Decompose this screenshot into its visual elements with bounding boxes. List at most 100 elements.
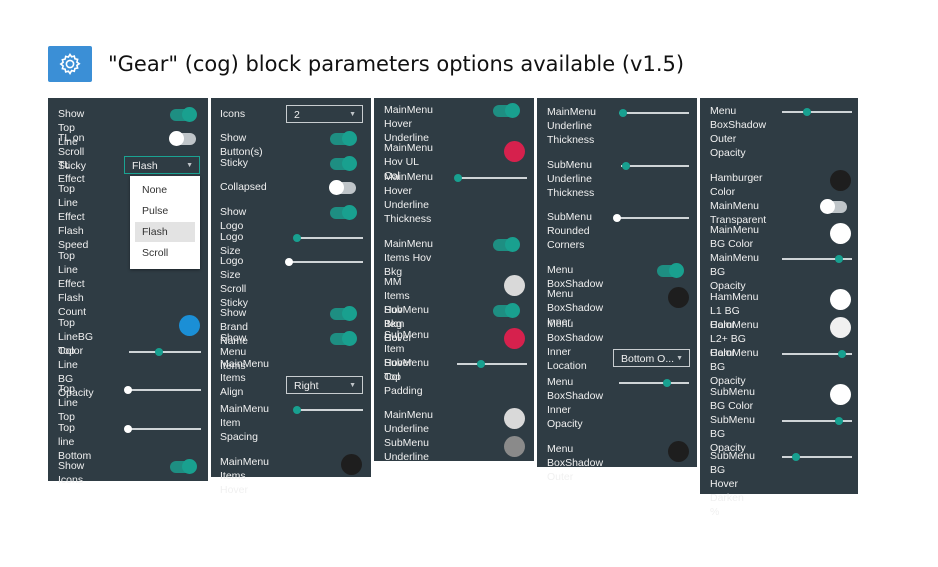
- submenu-bg-color-label: SubMenu BG Color: [710, 386, 755, 412]
- submenu-top-padding-slider[interactable]: [457, 360, 527, 368]
- submenu-rounded-corners-slider[interactable]: [613, 214, 689, 222]
- menu-boxshadow-outer-label: Menu BoxShadow Outer: [547, 443, 604, 483]
- submenu-underline-swatch[interactable]: [504, 436, 525, 457]
- show-menu-items-toggle[interactable]: [330, 331, 357, 346]
- mainmenu-item-spacing-slider[interactable]: [292, 406, 363, 414]
- submenu-item-hover-col-swatch[interactable]: [504, 328, 525, 349]
- tl-effect-dropdown: None Pulse Flash Scroll: [130, 176, 200, 269]
- logo-size-scroll-sticky-label: Logo Size Scroll Sticky: [220, 255, 249, 309]
- sticky-toggle[interactable]: [330, 156, 357, 171]
- mainmenu-transparent-toggle[interactable]: [820, 199, 847, 214]
- menu-boxshadow-inner-swatch[interactable]: [668, 287, 689, 308]
- icons-label: Icons: [220, 108, 246, 120]
- submenu-bg-hover-darken-label: SubMenu BG Hover Darken %: [710, 450, 755, 518]
- dropdown-option-scroll[interactable]: Scroll: [130, 243, 200, 263]
- submenu-underline-thickness-slider[interactable]: [621, 162, 689, 170]
- flash-count-label: Top Line Effect Flash Count: [58, 250, 87, 318]
- menu-boxshadow-outer-opacity-slider[interactable]: [782, 108, 852, 116]
- chevron-down-icon: ▼: [349, 382, 356, 389]
- dropdown-option-flash[interactable]: Flash: [135, 222, 195, 242]
- tl-scroll-sticky-toggle[interactable]: [169, 131, 196, 146]
- logo-size-slider[interactable]: [292, 234, 363, 242]
- show-logo-toggle[interactable]: [330, 205, 357, 220]
- show-brand-name-toggle[interactable]: [330, 306, 357, 321]
- show-icons-toggle[interactable]: [170, 459, 197, 474]
- submenu-rounded-corners-label: SubMenu Rounded Corners: [547, 211, 592, 251]
- hammenu-bg-opacity-label: HamMenu BG Opacity: [710, 347, 759, 387]
- mainmenu-hover-underline-thickness-label: MainMenu Hover Underline Thickness: [384, 171, 434, 225]
- sticky-label: Sticky: [220, 157, 249, 169]
- show-top-line-toggle[interactable]: [170, 107, 197, 122]
- menu-boxshadow-inner-opacity-label: Menu BoxShadow Inner Opacity: [547, 376, 604, 430]
- collapsed-toggle[interactable]: [329, 180, 356, 195]
- mainmenu-items-hov-bkg-label: MainMenu Items Hov Bkg: [384, 238, 434, 278]
- dropdown-option-none[interactable]: None: [130, 180, 200, 200]
- mainmenu-hover-underline-thickness-slider[interactable]: [454, 174, 527, 182]
- mainmenu-bg-color-label: MainMenu BG Color: [710, 224, 760, 250]
- mainmenu-hover-underline-label: MainMenu Hover Underline: [384, 104, 434, 144]
- top-line-bottom-slider[interactable]: [124, 425, 201, 433]
- panel-icons-logo: Icons 2 ▼ Show Button(s) Sticky Collapsed…: [211, 98, 371, 496]
- menu-boxshadow-inner-location-value: Bottom O...: [621, 353, 675, 365]
- page-header: "Gear" (cog) block parameters options av…: [48, 45, 684, 83]
- mainmenu-underline-thickness-label: MainMenu Underline Thickness: [547, 106, 597, 146]
- top-line-bg-color-swatch[interactable]: [179, 315, 200, 336]
- mainmenu-bg-color-swatch[interactable]: [830, 223, 851, 244]
- hammenu-l1-bg-color-swatch[interactable]: [830, 289, 851, 310]
- submenu-bg-color-swatch[interactable]: [830, 384, 851, 405]
- flash-speed-label: Top Line Effect Flash Speed: [58, 183, 89, 251]
- chevron-down-icon: ▼: [676, 355, 683, 362]
- mainmenu-hover-underline-toggle[interactable]: [493, 103, 520, 118]
- mainmenu-hov-ul-col-swatch[interactable]: [504, 141, 525, 162]
- chevron-down-icon: ▼: [349, 111, 356, 118]
- show-logo-label: Show Logo: [220, 206, 247, 232]
- mainmenu-items-hov-bkg-toggle[interactable]: [493, 237, 520, 252]
- top-line-top-label: Top Line Top: [58, 383, 78, 423]
- panel-mainmenu-hover: MainMenu Hover Underline MainMenu Hov UL…: [374, 98, 534, 463]
- mainmenu-bg-opacity-slider[interactable]: [782, 255, 852, 263]
- submenu-underline-label: SubMenu Underline: [384, 437, 429, 463]
- dropdown-option-pulse[interactable]: Pulse: [130, 201, 200, 221]
- mainmenu-underline-thickness-slider[interactable]: [618, 109, 689, 117]
- menu-boxshadow-toggle[interactable]: [657, 263, 684, 278]
- mm-items-hov-bkg-col-swatch[interactable]: [504, 275, 525, 296]
- mainmenu-underline-label: MainMenu Underline: [384, 409, 434, 435]
- submenu-bg-hover-darken-slider[interactable]: [782, 453, 852, 461]
- mainmenu-items-align-value: Right: [294, 380, 319, 392]
- top-line-top-slider[interactable]: [124, 386, 201, 394]
- menu-boxshadow-inner-location-label: Menu BoxShadow Inner Location: [547, 318, 604, 372]
- panel-top-line: Show Top Line TL on Scroll Sticky TL Eff…: [48, 98, 208, 486]
- submenu-bg-opacity-slider[interactable]: [782, 417, 852, 425]
- collapsed-label: Collapsed: [220, 181, 267, 193]
- gear-icon: [48, 46, 92, 82]
- icons-select[interactable]: 2 ▼: [286, 105, 363, 123]
- top-line-bg-opacity-slider[interactable]: [129, 348, 201, 356]
- submenu-top-padding-label: SubMenu Top Padding: [384, 357, 429, 397]
- page-title: "Gear" (cog) block parameters options av…: [108, 52, 685, 76]
- mainmenu-underline-swatch[interactable]: [504, 408, 525, 429]
- tl-effect-value: Flash: [132, 160, 158, 172]
- logo-size-scroll-sticky-slider[interactable]: [285, 258, 363, 266]
- mainmenu-items-align-label: MainMenu Items Align: [220, 358, 270, 398]
- icons-value: 2: [294, 109, 300, 121]
- show-buttons-toggle[interactable]: [330, 131, 357, 146]
- hammenu-l2-bg-color-swatch[interactable]: [830, 317, 851, 338]
- menu-boxshadow-inner-opacity-slider[interactable]: [619, 379, 689, 387]
- panel-colors-opacity: Menu BoxShadow Outer Opacity Hamburger C…: [700, 98, 858, 518]
- tl-effect-select[interactable]: Flash ▼: [124, 156, 200, 174]
- menu-boxshadow-inner-location-select[interactable]: Bottom O... ▼: [613, 349, 690, 367]
- submenu-underline-thickness-label: SubMenu Underline Thickness: [547, 159, 595, 199]
- mainmenu-bg-opacity-label: MainMenu BG Opacity: [710, 252, 760, 292]
- hammenu-bg-opacity-slider[interactable]: [782, 350, 852, 358]
- top-line-bottom-label: Top line Bottom: [58, 422, 92, 462]
- show-icons-label: Show Icons: [58, 460, 85, 486]
- panel-submenu-boxshadow: MainMenu Underline Thickness SubMenu Und…: [537, 98, 697, 483]
- mainmenu-items-hover-swatch[interactable]: [341, 454, 362, 475]
- submenu-item-hover-toggle[interactable]: [493, 303, 520, 318]
- mainmenu-item-spacing-label: MainMenu Item Spacing: [220, 403, 270, 443]
- mainmenu-items-hover-label: MainMenu Items Hover: [220, 456, 270, 496]
- mainmenu-items-align-select[interactable]: Right ▼: [286, 376, 363, 394]
- hamburger-color-swatch[interactable]: [830, 170, 851, 191]
- menu-boxshadow-outer-opacity-label: Menu BoxShadow Outer Opacity: [710, 105, 767, 159]
- menu-boxshadow-outer-swatch[interactable]: [668, 441, 689, 462]
